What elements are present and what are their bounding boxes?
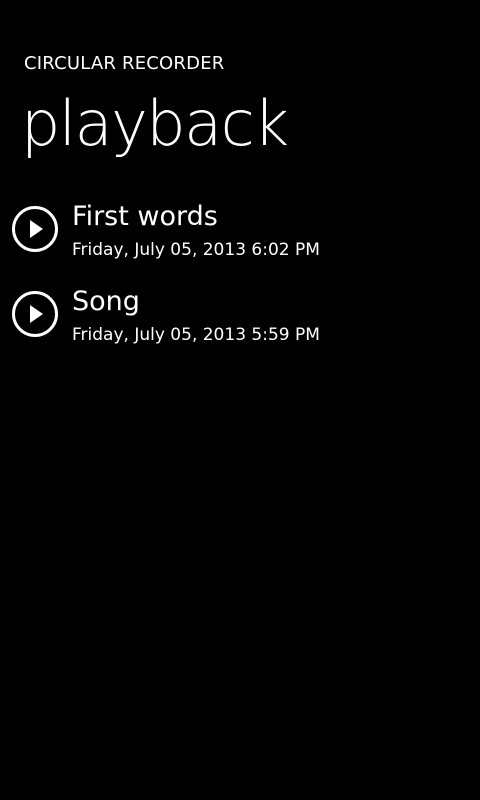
recordings-list: First words Friday, July 05, 2013 6:02 P… [0,195,480,365]
recording-title: First words [72,201,218,232]
page-title: playback [21,87,289,160]
recording-title: Song [72,286,140,317]
recording-date: Friday, July 05, 2013 5:59 PM [72,325,320,345]
play-icon [12,206,58,252]
recording-item-song[interactable]: Song Friday, July 05, 2013 5:59 PM [0,280,480,365]
play-button[interactable] [12,206,58,252]
recording-item-first-words[interactable]: First words Friday, July 05, 2013 6:02 P… [0,195,480,280]
recording-date: Friday, July 05, 2013 6:02 PM [72,240,320,260]
play-icon [12,291,58,337]
play-button[interactable] [12,291,58,337]
app-title: CIRCULAR RECORDER [24,53,225,74]
